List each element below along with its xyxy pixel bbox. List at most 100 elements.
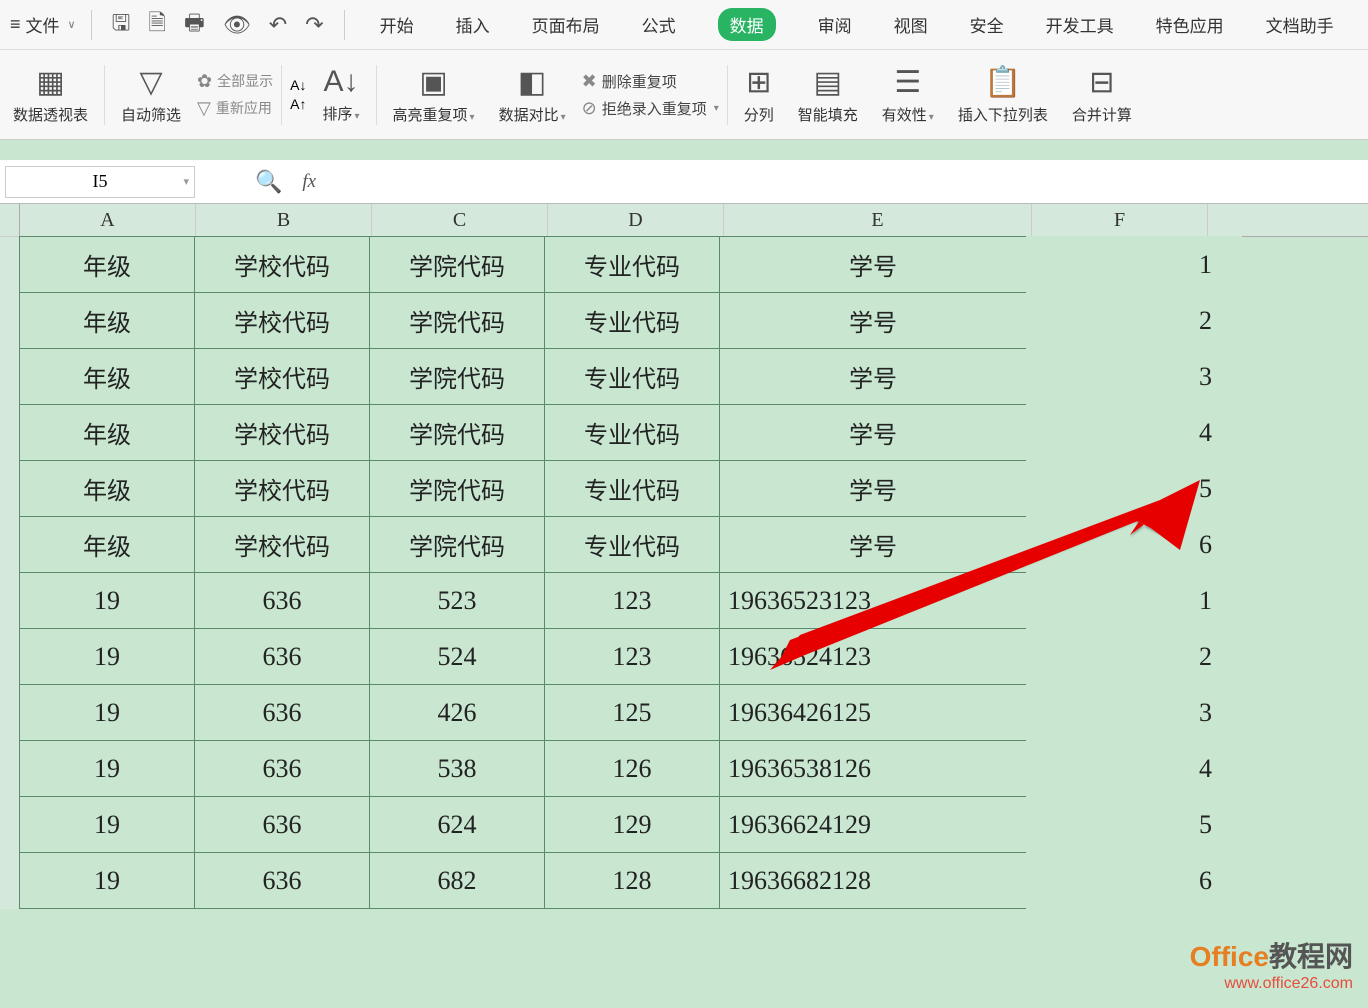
cell[interactable]: 129	[544, 796, 720, 853]
cell[interactable]: 125	[544, 684, 720, 741]
cell[interactable]: 专业代码	[544, 460, 720, 517]
cell[interactable]: 学校代码	[194, 292, 370, 349]
cell[interactable]: 5	[1026, 796, 1242, 853]
col-header-e[interactable]: E	[724, 204, 1032, 236]
file-menu[interactable]: ≡ 文件 ∨	[0, 12, 86, 37]
cell[interactable]: 学校代码	[194, 460, 370, 517]
redo-icon[interactable]: ↷	[305, 12, 323, 38]
cell[interactable]: 19	[19, 796, 195, 853]
cell[interactable]: 学院代码	[369, 404, 545, 461]
cell[interactable]: 19	[19, 628, 195, 685]
delete-dup-button[interactable]: ✖删除重复项	[582, 71, 719, 92]
tab-review[interactable]: 审阅	[818, 12, 852, 37]
cell[interactable]: 年级	[19, 292, 195, 349]
cell[interactable]: 专业代码	[544, 292, 720, 349]
cell[interactable]: 学院代码	[369, 516, 545, 573]
highlight-dup-button[interactable]: ▣ 高亮重复项▾	[385, 50, 483, 139]
cell[interactable]: 学号	[719, 460, 1027, 517]
print-icon[interactable]: 🖶	[184, 6, 205, 44]
tab-insert[interactable]: 插入	[456, 12, 490, 37]
select-all-corner[interactable]	[0, 204, 19, 237]
reject-dup-button[interactable]: ⊘拒绝录入重复项▾	[582, 98, 719, 119]
col-header-f[interactable]: F	[1032, 204, 1208, 236]
tab-view[interactable]: 视图	[894, 12, 928, 37]
smartfill-button[interactable]: ▤ 智能填充	[790, 50, 866, 139]
cell[interactable]: 126	[544, 740, 720, 797]
cell[interactable]: 636	[194, 684, 370, 741]
cell[interactable]: 学号	[719, 348, 1027, 405]
tab-special[interactable]: 特色应用	[1156, 12, 1224, 37]
cell[interactable]: 3	[1026, 684, 1242, 741]
cell[interactable]: 学校代码	[194, 348, 370, 405]
cell[interactable]: 6	[1026, 516, 1242, 573]
cell[interactable]: 1	[1026, 572, 1242, 629]
cell[interactable]: 学号	[719, 404, 1027, 461]
cell[interactable]: 682	[369, 852, 545, 909]
tab-start[interactable]: 开始	[380, 12, 414, 37]
cell[interactable]: 524	[369, 628, 545, 685]
cell[interactable]: 636	[194, 740, 370, 797]
compare-button[interactable]: ◧ 数据对比▾	[491, 50, 574, 139]
cell[interactable]: 专业代码	[544, 404, 720, 461]
print-preview-icon[interactable]: 👁	[223, 12, 251, 38]
split-button[interactable]: ⊞ 分列	[736, 50, 782, 139]
cell[interactable]: 4	[1026, 740, 1242, 797]
col-header-d[interactable]: D	[548, 204, 724, 236]
cell[interactable]: 19636624129	[719, 796, 1027, 853]
tab-layout[interactable]: 页面布局	[532, 12, 600, 37]
cell[interactable]: 538	[369, 740, 545, 797]
cell[interactable]: 2	[1026, 628, 1242, 685]
cell[interactable]: 636	[194, 572, 370, 629]
col-header-a[interactable]: A	[20, 204, 196, 236]
tab-security[interactable]: 安全	[970, 12, 1004, 37]
show-all-button[interactable]: ✿全部显示	[197, 71, 273, 92]
cell[interactable]: 4	[1026, 404, 1242, 461]
col-header-c[interactable]: C	[372, 204, 548, 236]
reapply-button[interactable]: ▽重新应用	[197, 98, 273, 119]
cell[interactable]: 19636523123	[719, 572, 1027, 629]
cell[interactable]: 学院代码	[369, 292, 545, 349]
cell[interactable]: 专业代码	[544, 236, 720, 293]
cell[interactable]: 636	[194, 852, 370, 909]
save-icon[interactable]: 🖫	[112, 6, 131, 44]
cell[interactable]: 5	[1026, 460, 1242, 517]
cell[interactable]: 学校代码	[194, 404, 370, 461]
tab-formula[interactable]: 公式	[642, 12, 676, 37]
magnify-icon[interactable]: 🔍	[255, 169, 282, 195]
sort-button[interactable]: A↓ 排序▾	[314, 50, 367, 139]
cell[interactable]: 19636426125	[719, 684, 1027, 741]
cell[interactable]: 年级	[19, 348, 195, 405]
cell[interactable]: 19	[19, 852, 195, 909]
tab-dev[interactable]: 开发工具	[1046, 12, 1114, 37]
dropdown-button[interactable]: 📋 插入下拉列表	[950, 50, 1056, 139]
cell[interactable]: 年级	[19, 516, 195, 573]
undo-icon[interactable]: ↶	[269, 12, 287, 38]
cell[interactable]: 年级	[19, 236, 195, 293]
cell[interactable]: 学院代码	[369, 236, 545, 293]
save-as-icon[interactable]: 🗎	[148, 6, 166, 44]
tab-data[interactable]: 数据	[718, 8, 776, 41]
cell[interactable]: 123	[544, 628, 720, 685]
fx-label[interactable]: fx	[302, 171, 316, 193]
cell[interactable]: 19636524123	[719, 628, 1027, 685]
cell[interactable]: 3	[1026, 348, 1242, 405]
cell[interactable]: 学校代码	[194, 236, 370, 293]
cell[interactable]: 19636538126	[719, 740, 1027, 797]
cell[interactable]: 123	[544, 572, 720, 629]
validation-button[interactable]: ☰ 有效性▾	[874, 50, 942, 139]
consolidate-button[interactable]: ⊟ 合并计算	[1064, 50, 1140, 139]
formula-input[interactable]	[316, 167, 1368, 197]
sort-asc-button[interactable]: A↓	[290, 77, 306, 93]
autofilter-button[interactable]: ▽ 自动筛选	[113, 50, 189, 139]
cell[interactable]: 2	[1026, 292, 1242, 349]
cell[interactable]: 624	[369, 796, 545, 853]
cell[interactable]: 专业代码	[544, 348, 720, 405]
cell[interactable]: 1	[1026, 236, 1242, 293]
cell[interactable]: 19636682128	[719, 852, 1027, 909]
cell[interactable]: 19	[19, 572, 195, 629]
cell[interactable]: 学院代码	[369, 460, 545, 517]
cell[interactable]: 年级	[19, 460, 195, 517]
tab-dochelp[interactable]: 文档助手	[1266, 12, 1334, 37]
cell[interactable]: 学号	[719, 236, 1027, 293]
cell[interactable]: 年级	[19, 404, 195, 461]
